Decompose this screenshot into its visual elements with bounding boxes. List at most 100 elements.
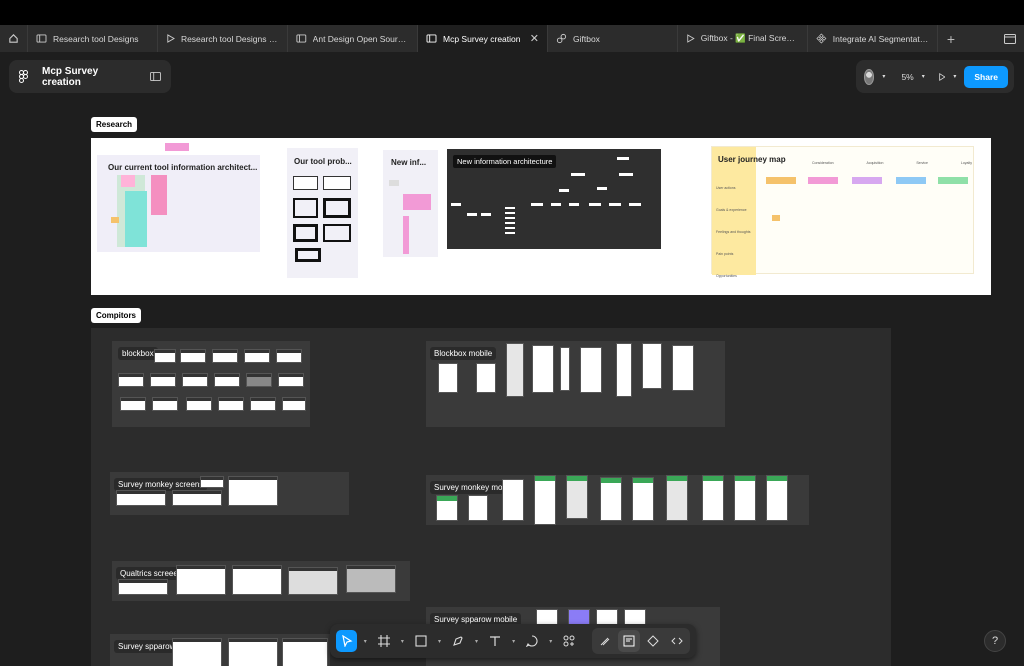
journey-sticky-row xyxy=(938,177,968,184)
chevron-down-icon[interactable]: ▾ xyxy=(510,638,518,645)
play-icon xyxy=(687,34,695,43)
bottom-toolbar: ▾ ▾ ▾ ▾ ▾ ▾ xyxy=(330,624,696,658)
mode-switcher xyxy=(592,628,690,654)
journey-row-label: Goals & experience xyxy=(716,208,747,212)
research-frame[interactable]: Our current tool information architect..… xyxy=(91,138,991,295)
group-blockbox-mobile[interactable]: Blockbox mobile xyxy=(426,341,725,427)
system-menu-bar xyxy=(0,0,1024,25)
cursor-icon xyxy=(341,635,353,647)
sidebar-toggle-icon[interactable] xyxy=(150,72,161,81)
group-survey-monkey[interactable]: Survey monkey screens xyxy=(110,472,349,515)
chevron-down-icon[interactable]: ▾ xyxy=(473,638,481,645)
tab-research-tool-designs[interactable]: Research tool Designs xyxy=(28,25,158,52)
panel-icon xyxy=(1004,33,1016,44)
home-tab[interactable] xyxy=(0,25,28,52)
tab-bar: Research tool Designs Research tool Desi… xyxy=(0,25,1024,52)
link-icon xyxy=(556,33,567,44)
new-tab-button[interactable]: + xyxy=(938,25,964,52)
journey-column-label: Acquisition xyxy=(866,161,884,165)
group-blockbox[interactable]: blockbox xyxy=(112,341,310,427)
chevron-down-icon[interactable]: ▾ xyxy=(922,73,925,80)
journey-row-label: Opportunities xyxy=(716,274,737,278)
draw-mode-button[interactable] xyxy=(594,630,616,652)
group-survey-spparow[interactable]: Survey spparow xyxy=(110,634,330,666)
plus-icon: + xyxy=(946,30,956,47)
group-qualtrics[interactable]: Qualtrics screeens xyxy=(112,561,410,601)
prototype-mode-button[interactable] xyxy=(642,630,664,652)
panel-toggle-button[interactable] xyxy=(996,25,1024,52)
section-label-research[interactable]: Research xyxy=(91,117,138,132)
group-label: blockbox xyxy=(118,347,158,360)
zoom-level[interactable]: 5% xyxy=(901,72,913,82)
group-survey-monkey-mobile[interactable]: Survey monkey mobile xyxy=(426,475,809,525)
help-button[interactable]: ? xyxy=(984,630,1006,652)
comment-tool-button[interactable] xyxy=(522,630,543,652)
section-label-compitors[interactable]: Compitors xyxy=(91,308,141,323)
header-actions: ▾ 5% ▾ ▾ Share xyxy=(856,60,1014,93)
board-icon xyxy=(36,34,47,43)
frame-title: New information architecture xyxy=(453,155,557,168)
tab-label: Integrate AI Segmentation xyxy=(832,33,929,44)
design-mode-button[interactable] xyxy=(618,630,640,652)
journey-row-label: User actions xyxy=(716,186,736,190)
tab-giftbox[interactable]: Giftbox xyxy=(548,25,678,52)
tab-label: Mcp Survey creation xyxy=(443,33,521,44)
journey-column-label: Consideration xyxy=(812,161,834,165)
tab-label: Research tool Designs xyxy=(53,33,139,44)
tab-giftbox-final[interactable]: Giftbox - ✅ Final Screen c xyxy=(678,25,808,52)
text-tool-button[interactable] xyxy=(484,630,505,652)
file-title[interactable]: Mcp Survey creation xyxy=(42,66,136,88)
tab-label: Research tool Designs - P xyxy=(180,33,279,44)
resources-icon xyxy=(563,635,575,647)
frame-tool-button[interactable] xyxy=(373,630,394,652)
comment-icon xyxy=(526,635,538,647)
tab-ant-design[interactable]: Ant Design Open Source ( xyxy=(288,25,418,52)
diamond-icon xyxy=(647,635,659,647)
board-icon xyxy=(426,34,437,43)
home-icon xyxy=(9,34,18,43)
design-icon xyxy=(623,635,635,647)
figma-icon[interactable] xyxy=(19,70,28,83)
avatar[interactable] xyxy=(864,68,875,85)
chevron-down-icon[interactable]: ▾ xyxy=(882,73,885,80)
tab-label: Giftbox xyxy=(573,33,600,44)
journey-column-labels: Consideration Acquisition Service Loyalt… xyxy=(812,161,972,165)
share-button[interactable]: Share xyxy=(964,65,1008,88)
new-ia-card[interactable]: New information architecture xyxy=(447,149,661,249)
chevron-down-icon[interactable]: ▾ xyxy=(398,638,406,645)
journey-column-label: Service xyxy=(916,161,928,165)
tool-problems-card[interactable]: Our tool prob... xyxy=(287,148,358,278)
rectangle-icon xyxy=(415,635,427,647)
close-icon[interactable]: ✕ xyxy=(530,32,539,45)
journey-row-label: Pain points xyxy=(716,252,734,256)
frame-title: New inf... xyxy=(391,158,427,167)
move-tool-button[interactable] xyxy=(336,630,358,652)
board-icon xyxy=(296,34,307,43)
component-icon xyxy=(816,33,827,44)
chevron-down-icon[interactable]: ▾ xyxy=(547,638,555,645)
pen-tool-button[interactable] xyxy=(447,630,468,652)
dev-mode-button[interactable] xyxy=(666,630,688,652)
play-icon xyxy=(167,34,175,43)
shape-tool-button[interactable] xyxy=(410,630,431,652)
pen-icon xyxy=(453,636,463,646)
play-icon[interactable] xyxy=(939,71,946,83)
file-header: Mcp Survey creation xyxy=(9,60,171,93)
journey-sticky-row xyxy=(766,177,796,184)
current-ia-card[interactable]: Our current tool information architect..… xyxy=(97,155,260,252)
tab-research-tool-designs-prototype[interactable]: Research tool Designs - P xyxy=(158,25,288,52)
new-info-card[interactable]: New inf... xyxy=(383,150,438,257)
chevron-down-icon[interactable]: ▾ xyxy=(436,638,444,645)
journey-sticky-row xyxy=(896,177,926,184)
chevron-down-icon[interactable]: ▾ xyxy=(953,73,956,80)
resources-button[interactable] xyxy=(559,630,580,652)
compitors-frame[interactable]: blockbox Blockbox mobile Survey monkey s… xyxy=(91,328,891,666)
journey-row-label: Feelings and thoughts xyxy=(716,230,751,234)
user-journey-map-card[interactable]: User journey map User actions Goals & ex… xyxy=(711,146,974,278)
tab-integrate-ai-segmentation[interactable]: Integrate AI Segmentation xyxy=(808,25,938,52)
design-canvas[interactable]: Mcp Survey creation ▾ 5% ▾ ▾ Share Resea… xyxy=(0,52,1024,666)
journey-sticky-row xyxy=(808,177,838,184)
chevron-down-icon[interactable]: ▾ xyxy=(361,638,369,645)
tab-mcp-survey-creation[interactable]: Mcp Survey creation ✕ xyxy=(418,25,548,52)
tab-label: Ant Design Open Source ( xyxy=(312,33,409,44)
